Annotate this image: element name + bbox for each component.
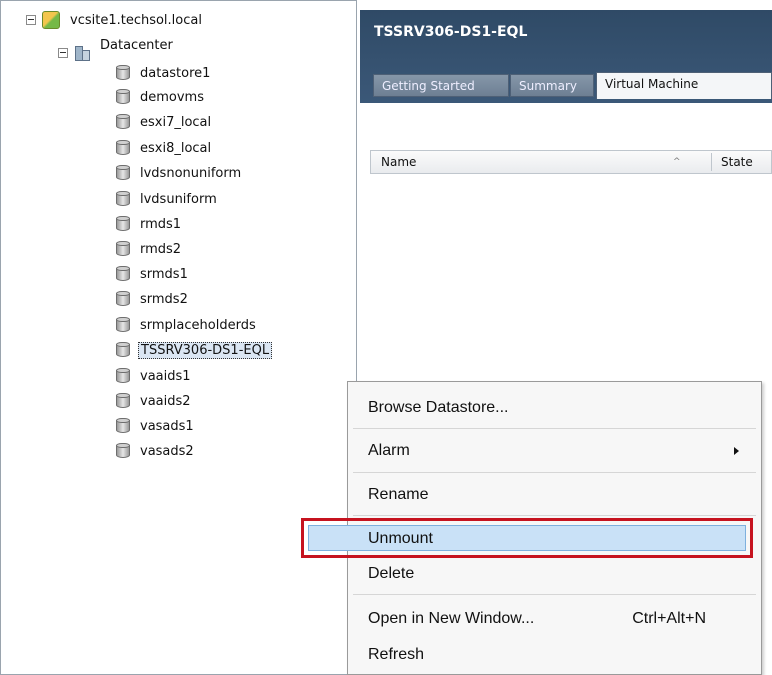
tree-item-datastore[interactable]: srmplaceholderds <box>116 314 258 336</box>
menu-item-open-new-window[interactable]: Open in New Window... Ctrl+Alt+N <box>368 604 751 634</box>
datastore-label[interactable]: rmds2 <box>138 242 183 257</box>
datastore-icon <box>116 215 130 233</box>
shortcut-label: Ctrl+Alt+N <box>632 610 706 627</box>
inventory-tree: vcsite1.techsol.local Datacenter datasto… <box>0 0 357 675</box>
menu-item-alarm-label: Alarm <box>368 442 410 459</box>
menu-item-refresh[interactable]: Refresh <box>368 640 751 670</box>
datastore-icon <box>116 367 130 385</box>
tree-item-datastore[interactable]: lvdsnonuniform <box>116 162 243 184</box>
datastore-label[interactable]: vasads2 <box>138 444 196 459</box>
tab-virtual-machines[interactable]: Virtual Machine <box>596 72 772 99</box>
datastore-icon <box>116 417 130 435</box>
column-divider[interactable] <box>711 153 712 171</box>
datastore-icon <box>116 139 130 157</box>
tree-item-datastore[interactable]: srmds2 <box>116 288 190 310</box>
datastore-label[interactable]: srmplaceholderds <box>138 318 258 333</box>
tree-item-datastore-selected[interactable]: TSSRV306-DS1-EQL <box>116 339 273 361</box>
datastore-label[interactable]: esxi8_local <box>138 141 213 156</box>
menu-item-rename[interactable]: Rename <box>368 480 751 510</box>
tree-label-datacenter[interactable]: Datacenter <box>98 38 175 53</box>
menu-item-unmount[interactable]: Unmount <box>368 524 751 554</box>
tree-item-datastore[interactable]: esxi8_local <box>116 137 213 159</box>
tree-node-vcenter[interactable]: vcsite1.techsol.local <box>26 9 204 31</box>
tree-item-datastore[interactable]: vasads1 <box>116 415 196 437</box>
menu-item-open-new-window-label: Open in New Window... <box>368 610 535 627</box>
datastore-icon <box>116 442 130 460</box>
datastore-icon <box>116 113 130 131</box>
sort-ascending-icon[interactable]: ^ <box>673 151 681 173</box>
tree-item-datastore[interactable]: srmds1 <box>116 263 190 285</box>
table-header: Name ^ State <box>370 150 772 174</box>
tree-item-datastore[interactable]: vaaids2 <box>116 390 193 412</box>
menu-separator <box>353 428 756 429</box>
datastore-label[interactable]: srmds2 <box>138 292 190 307</box>
panel-title: TSSRV306-DS1-EQL <box>374 24 528 40</box>
datacenter-icon <box>74 44 90 62</box>
datastore-icon <box>116 240 130 258</box>
tree-item-datastore[interactable]: rmds2 <box>116 238 183 260</box>
datastore-label[interactable]: lvdsnonuniform <box>138 166 243 181</box>
collapse-toggle-icon[interactable] <box>26 15 36 25</box>
menu-item-browse-datastore[interactable]: Browse Datastore... <box>368 393 751 423</box>
menu-separator <box>353 472 756 473</box>
datastore-icon <box>116 265 130 283</box>
column-header-state[interactable]: State <box>721 151 753 173</box>
tab-summary[interactable]: Summary <box>510 74 594 97</box>
datastore-icon <box>116 290 130 308</box>
tree-item-datastore[interactable]: lvdsuniform <box>116 188 219 210</box>
panel-header: TSSRV306-DS1-EQL Getting Started Summary… <box>360 10 772 103</box>
datastore-label[interactable]: vasads1 <box>138 419 196 434</box>
datastore-icon <box>116 64 130 82</box>
datastore-label[interactable]: datastore1 <box>138 66 212 81</box>
datastore-icon <box>116 392 130 410</box>
tree-item-datastore[interactable]: datastore1 <box>116 62 212 84</box>
tree-label-vcenter[interactable]: vcsite1.techsol.local <box>68 13 204 28</box>
column-header-name[interactable]: Name <box>381 151 416 173</box>
datastore-icon <box>116 341 130 359</box>
datastore-label[interactable]: vaaids1 <box>138 369 193 384</box>
tree-item-datastore[interactable]: vasads2 <box>116 440 196 462</box>
menu-separator <box>353 594 756 595</box>
datastore-label[interactable]: lvdsuniform <box>138 192 219 207</box>
vcenter-icon <box>42 11 60 29</box>
tree-item-datastore[interactable]: rmds1 <box>116 213 183 235</box>
menu-item-alarm[interactable]: Alarm <box>368 436 751 466</box>
context-menu: Browse Datastore... Alarm Rename Unmount… <box>301 381 762 675</box>
datastore-label-selected[interactable]: TSSRV306-DS1-EQL <box>138 341 273 359</box>
tab-getting-started[interactable]: Getting Started <box>373 74 509 97</box>
datastore-label[interactable]: srmds1 <box>138 267 190 282</box>
tree-item-datastore[interactable]: esxi7_local <box>116 111 213 133</box>
datastore-icon <box>116 164 130 182</box>
menu-separator <box>353 515 756 516</box>
tree-item-datastore[interactable]: vaaids1 <box>116 365 193 387</box>
datastore-label[interactable]: rmds1 <box>138 217 183 232</box>
datastore-label[interactable]: esxi7_local <box>138 115 213 130</box>
datastore-icon <box>116 316 130 334</box>
tree-node-datacenter[interactable]: Datacenter <box>58 38 175 64</box>
menu-item-delete[interactable]: Delete <box>368 559 751 589</box>
submenu-arrow-icon <box>734 447 739 455</box>
datastore-icon <box>116 190 130 208</box>
datastore-icon <box>116 88 130 106</box>
datastore-label[interactable]: vaaids2 <box>138 394 193 409</box>
collapse-toggle-icon[interactable] <box>58 48 68 58</box>
datastore-label[interactable]: demovms <box>138 90 206 105</box>
tree-item-datastore[interactable]: demovms <box>116 86 206 108</box>
